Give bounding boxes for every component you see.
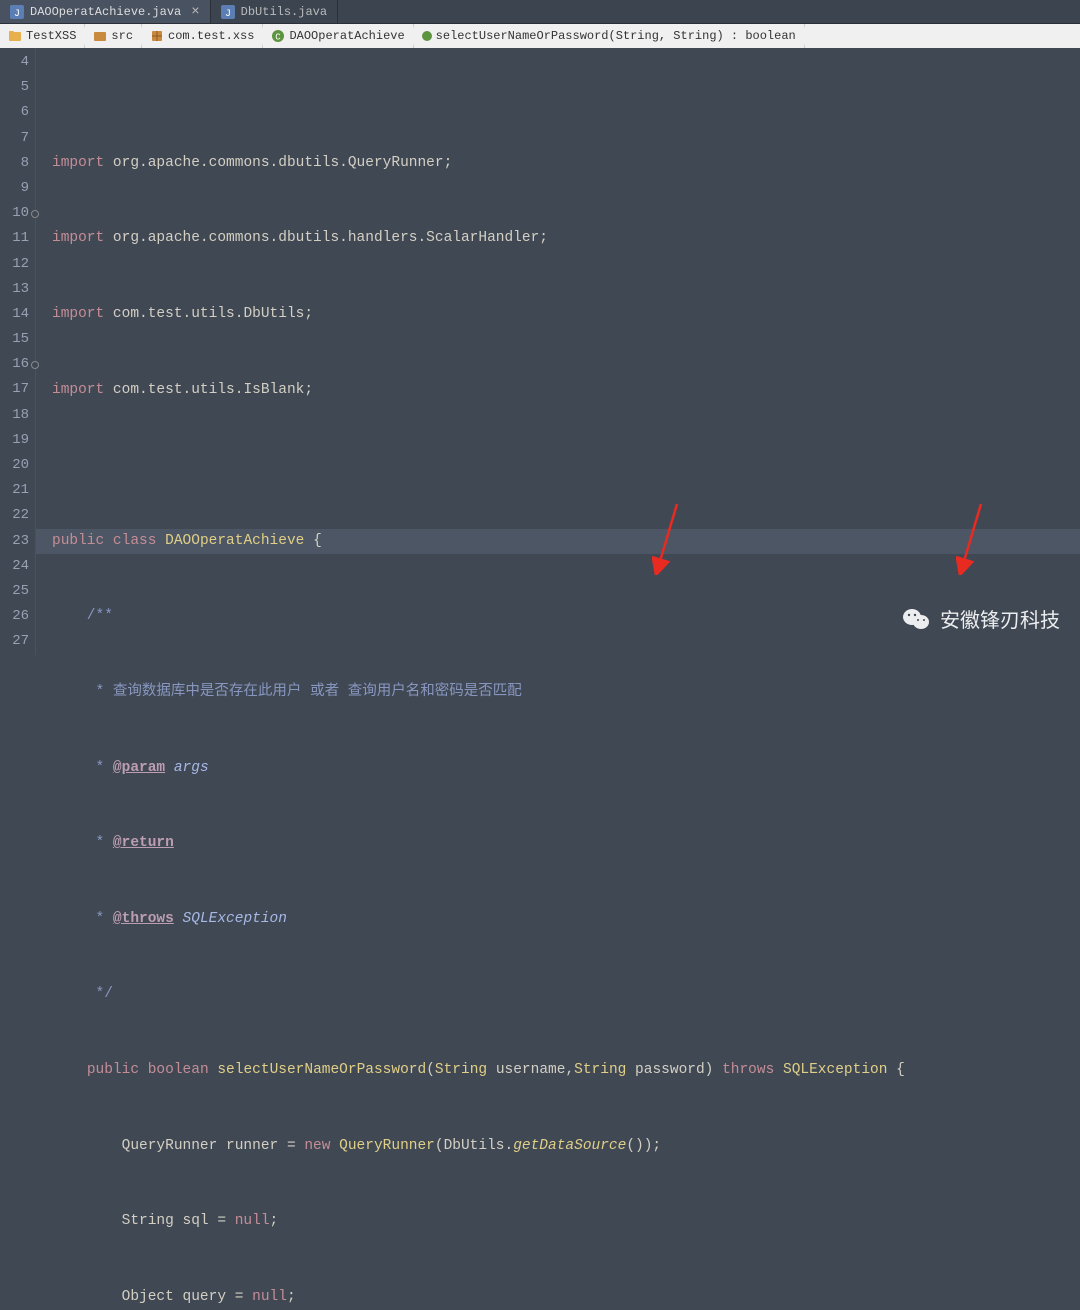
annotation-arrow-2 [956, 450, 1008, 626]
gutter-line-27[interactable]: 27 [0, 629, 29, 654]
gutter-line-13[interactable]: 13 [0, 277, 29, 302]
gutter: 4567891011121314151617181920212223242526… [0, 48, 36, 655]
code-line-6: import com.test.utils.DbUtils; [52, 302, 1080, 327]
crumb-project[interactable]: TestXSS [0, 24, 85, 48]
crumb-label: com.test.xss [168, 29, 254, 43]
code-line-5: import org.apache.commons.dbutils.handle… [52, 226, 1080, 251]
code-line-12: * @param args [52, 756, 1080, 781]
breadcrumb: TestXSS src com.test.xss C DAOOperatAchi… [0, 24, 1080, 48]
gutter-line-11[interactable]: 11 [0, 226, 29, 251]
code-line-14: * @throws SQLException [52, 907, 1080, 932]
code-line-9: public class DAOOperatAchieve { [52, 529, 1080, 554]
code-area[interactable]: import org.apache.commons.dbutils.QueryR… [36, 48, 1080, 655]
gutter-line-5[interactable]: 5 [0, 75, 29, 100]
close-icon[interactable]: × [187, 4, 199, 20]
gutter-line-22[interactable]: 22 [0, 503, 29, 528]
crumb-class[interactable]: C DAOOperatAchieve [263, 24, 413, 48]
crumb-src[interactable]: src [85, 24, 142, 48]
svg-text:C: C [276, 33, 282, 43]
svg-text:J: J [14, 9, 20, 19]
gutter-line-16[interactable]: 16 [0, 352, 29, 377]
gutter-line-4[interactable]: 4 [0, 50, 29, 75]
gutter-line-6[interactable]: 6 [0, 100, 29, 125]
class-icon: C [271, 29, 285, 43]
code-line-15: */ [52, 982, 1080, 1007]
code-line-16: public boolean selectUserNameOrPassword(… [52, 1058, 1080, 1083]
tabs-bar: J DAOOperatAchieve.java × J DbUtils.java [0, 0, 1080, 24]
code-line-11: * 查询数据库中是否存在此用户 或者 查询用户名和密码是否匹配 [52, 680, 1080, 705]
gutter-line-19[interactable]: 19 [0, 428, 29, 453]
annotation-arrow-1 [652, 450, 704, 626]
tab-label: DAOOperatAchieve.java [30, 5, 181, 19]
svg-text:J: J [225, 9, 231, 19]
gutter-line-14[interactable]: 14 [0, 302, 29, 327]
gutter-line-26[interactable]: 26 [0, 604, 29, 629]
crumb-label: TestXSS [26, 29, 76, 43]
crumb-label: selectUserNameOrPassword(String, String)… [436, 29, 796, 43]
crumb-label: src [111, 29, 133, 43]
code-line-19: Object query = null; [52, 1285, 1080, 1310]
tab-db-utils[interactable]: J DbUtils.java [211, 0, 338, 23]
gutter-line-10[interactable]: 10 [0, 201, 29, 226]
watermark: 安徽锋刃科技 [902, 604, 1060, 633]
gutter-line-23[interactable]: 23 [0, 529, 29, 554]
gutter-line-24[interactable]: 24 [0, 554, 29, 579]
package-icon [150, 29, 164, 43]
gutter-line-7[interactable]: 7 [0, 126, 29, 151]
code-line-13: * @return [52, 831, 1080, 856]
folder-icon [93, 29, 107, 43]
gutter-line-25[interactable]: 25 [0, 579, 29, 604]
tab-label: DbUtils.java [241, 5, 327, 19]
crumb-label: DAOOperatAchieve [289, 29, 404, 43]
crumb-package[interactable]: com.test.xss [142, 24, 263, 48]
watermark-text: 安徽锋刃科技 [940, 604, 1060, 633]
gutter-line-20[interactable]: 20 [0, 453, 29, 478]
editor: 4567891011121314151617181920212223242526… [0, 48, 1080, 655]
java-file-icon: J [221, 5, 235, 19]
code-line-8 [52, 453, 1080, 478]
code-line-18: String sql = null; [52, 1209, 1080, 1234]
gutter-line-18[interactable]: 18 [0, 403, 29, 428]
gutter-line-8[interactable]: 8 [0, 151, 29, 176]
wechat-icon [902, 607, 930, 631]
gutter-line-17[interactable]: 17 [0, 377, 29, 402]
gutter-line-9[interactable]: 9 [0, 176, 29, 201]
crumb-method[interactable]: selectUserNameOrPassword(String, String)… [414, 24, 805, 48]
gutter-line-21[interactable]: 21 [0, 478, 29, 503]
tab-dao-operat-achieve[interactable]: J DAOOperatAchieve.java × [0, 0, 211, 23]
code-line-4: import org.apache.commons.dbutils.QueryR… [52, 151, 1080, 176]
project-icon [8, 29, 22, 43]
code-line-17: QueryRunner runner = new QueryRunner(DbU… [52, 1134, 1080, 1159]
code-line-7: import com.test.utils.IsBlank; [52, 378, 1080, 403]
method-icon [422, 31, 432, 41]
java-file-icon: J [10, 5, 24, 19]
gutter-line-12[interactable]: 12 [0, 252, 29, 277]
gutter-line-15[interactable]: 15 [0, 327, 29, 352]
